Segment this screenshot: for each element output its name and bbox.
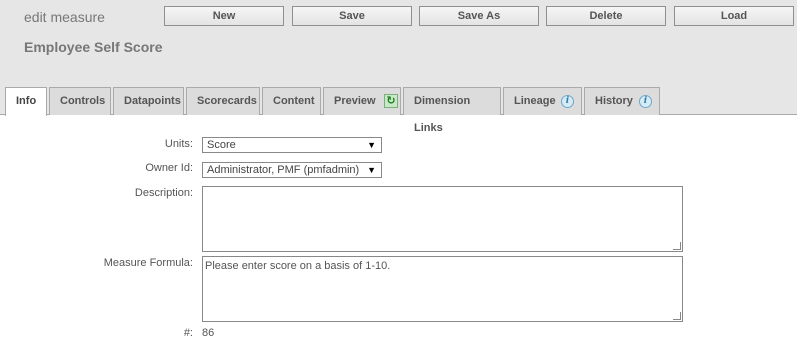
tab-label: Controls (60, 95, 106, 107)
tab-label: Lineage (514, 95, 556, 107)
measure-formula-label: Measure Formula: (103, 257, 193, 269)
tab-lineage[interactable]: Lineage i (503, 87, 582, 115)
tab-label: Info (16, 95, 37, 107)
tab-label: Preview (334, 95, 376, 107)
tab-scorecards[interactable]: Scorecards (186, 87, 260, 115)
new-button[interactable]: New (164, 6, 284, 26)
number-value: 86 (202, 327, 215, 339)
measure-formula-text: Please enter score on a basis of 1-10. (205, 260, 391, 272)
dropdown-arrow-icon: ▼ (367, 165, 376, 175)
save-as-button[interactable]: Save As (419, 6, 539, 26)
measure-formula-textarea[interactable]: Please enter score on a basis of 1-10. (202, 256, 683, 322)
tab-label: Datapoints (124, 95, 181, 107)
page-heading: edit measure (24, 9, 105, 25)
tab-history[interactable]: History i (584, 87, 660, 115)
tab-bar: Info Controls Datapoints Scorecards Cont… (0, 80, 797, 134)
resize-grip-icon[interactable] (673, 242, 681, 250)
tab-label: Content (273, 95, 315, 107)
description-label: Description: (134, 187, 193, 199)
tab-content[interactable]: Content (262, 87, 321, 115)
header-bar: edit measure Employee Self Score New Sav… (0, 0, 797, 80)
record-title: Employee Self Score (24, 39, 163, 55)
refresh-icon[interactable]: ↻ (384, 94, 398, 108)
tab-label: Scorecards (197, 95, 257, 107)
tab-preview[interactable]: Preview ↻ (323, 87, 401, 115)
save-button[interactable]: Save (292, 6, 412, 26)
tab-label: Dimension Links (414, 95, 471, 134)
description-textarea[interactable] (202, 186, 683, 252)
load-button[interactable]: Load (674, 6, 794, 26)
owner-id-label: Owner Id: (145, 162, 193, 174)
tab-dimension-links[interactable]: Dimension Links (403, 87, 501, 134)
units-value: Score (207, 139, 236, 151)
owner-id-select[interactable]: Administrator, PMF (pmfadmin) ▼ (202, 162, 382, 178)
tab-info[interactable]: Info (5, 87, 47, 116)
number-label: #: (183, 327, 193, 339)
owner-id-value: Administrator, PMF (pmfadmin) (207, 164, 360, 176)
tab-controls[interactable]: Controls (49, 87, 111, 115)
delete-button[interactable]: Delete (546, 6, 666, 26)
units-label: Units: (164, 138, 193, 150)
tab-datapoints[interactable]: Datapoints (113, 87, 184, 115)
info-icon[interactable]: i (639, 95, 652, 108)
info-icon[interactable]: i (561, 95, 574, 108)
resize-grip-icon[interactable] (673, 312, 681, 320)
dropdown-arrow-icon: ▼ (367, 140, 376, 150)
tab-label: History (595, 95, 633, 107)
units-select[interactable]: Score ▼ (202, 137, 382, 153)
